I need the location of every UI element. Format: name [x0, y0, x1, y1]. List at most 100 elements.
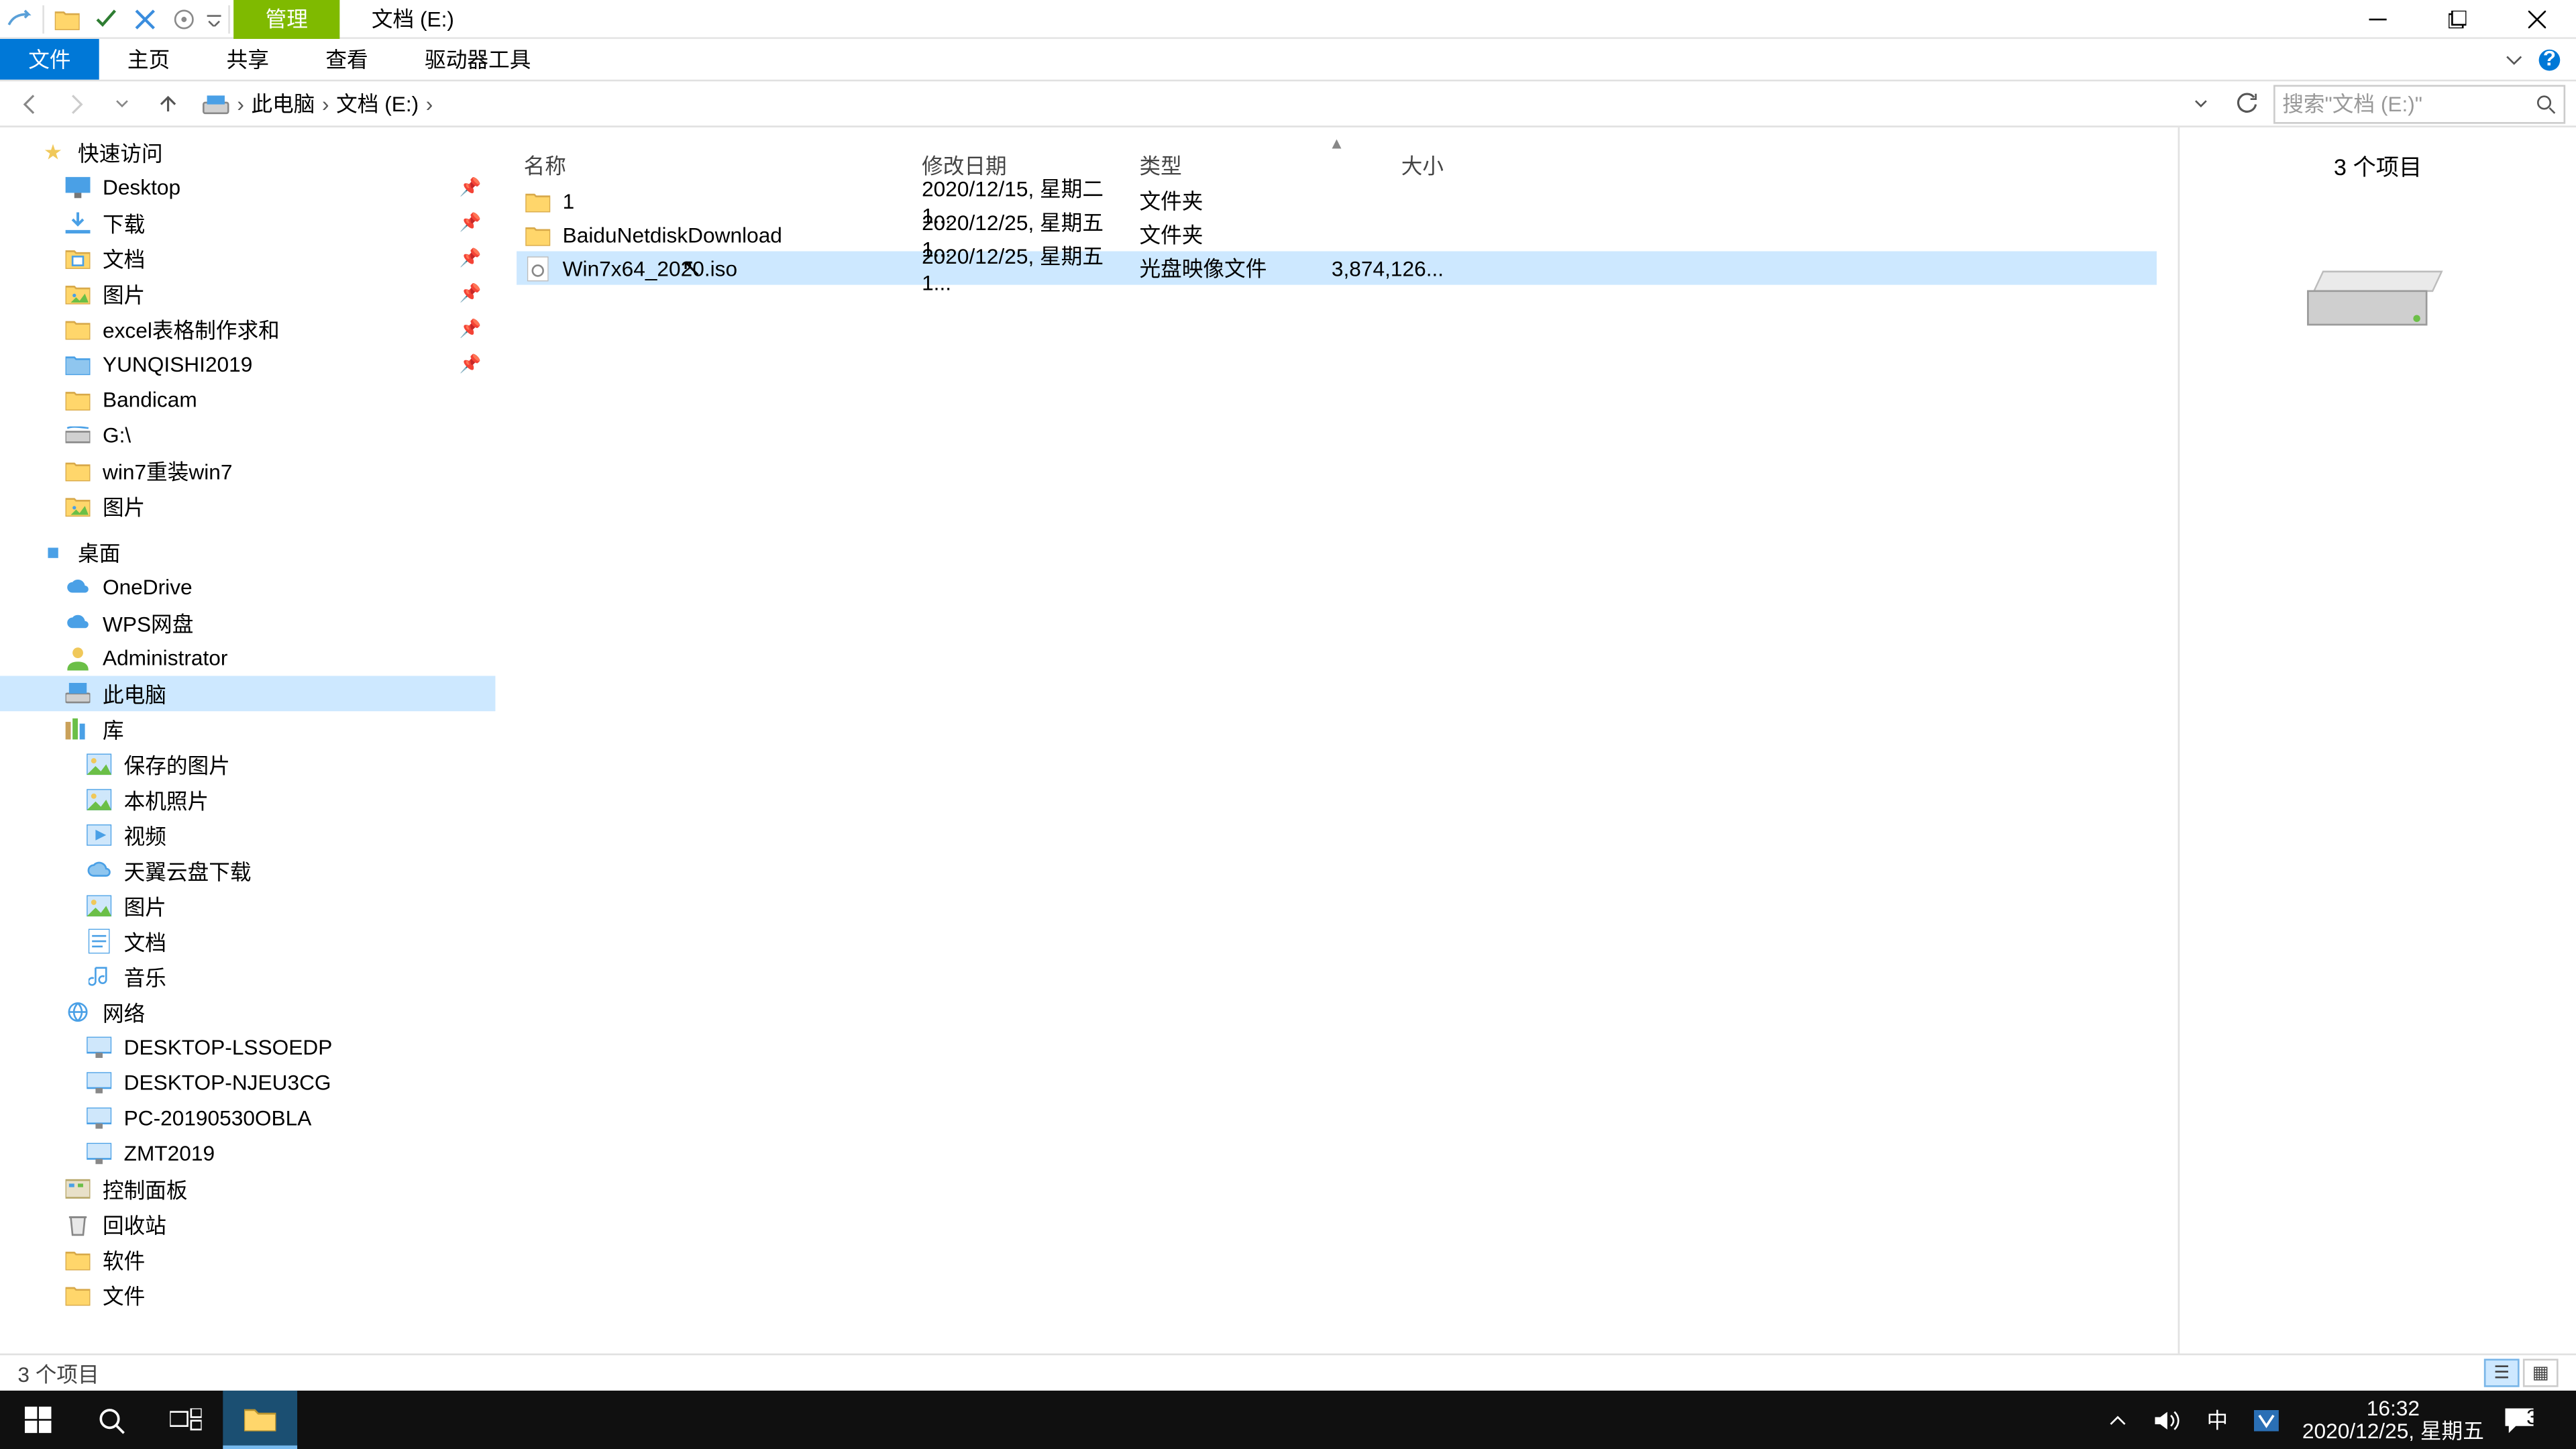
column-header-name[interactable]: 名称: [517, 150, 914, 180]
taskbar-clock[interactable]: 16:32 2020/12/25, 星期五: [2302, 1397, 2484, 1443]
clock-time: 16:32: [2367, 1397, 2420, 1419]
tree-files-folder[interactable]: 文件: [0, 1277, 495, 1313]
qat-close-blue-icon[interactable]: [125, 0, 164, 38]
ribbon-tab-home[interactable]: 主页: [99, 39, 199, 80]
tree-qa-item[interactable]: YUNQISHI2019📌: [0, 347, 495, 382]
ribbon-right: ?: [2491, 39, 2576, 80]
close-button[interactable]: [2496, 0, 2576, 37]
tree-qa-item[interactable]: G:\: [0, 417, 495, 453]
tree-qa-item[interactable]: win7重装win7: [0, 453, 495, 488]
tree-network-computer[interactable]: ZMT2019: [0, 1136, 495, 1171]
qat-check-icon[interactable]: [87, 0, 125, 38]
view-details-button[interactable]: ☰: [2484, 1358, 2520, 1387]
tree-quick-access[interactable]: ★ 快速访问: [0, 134, 495, 170]
file-row[interactable]: Win7x64_2020.iso2020/12/25, 星期五 1...光盘映像…: [517, 252, 2157, 285]
ime-indicator[interactable]: 中: [2203, 1405, 2231, 1435]
task-view-button[interactable]: [149, 1391, 223, 1449]
ribbon-tab-drive-tools[interactable]: 驱动器工具: [396, 39, 559, 80]
tree-item-label: DESKTOP-NJEU3CG: [124, 1071, 331, 1095]
ribbon-tab-share[interactable]: 共享: [198, 39, 297, 80]
back-button[interactable]: [11, 84, 50, 123]
view-large-icons-button[interactable]: ▦: [2523, 1358, 2559, 1387]
tree-network[interactable]: 网络: [0, 994, 495, 1030]
qat-folder-icon[interactable]: [48, 0, 87, 38]
tree-library-item[interactable]: 音乐: [0, 959, 495, 994]
qat-customize-dropdown[interactable]: [203, 11, 225, 25]
tree-qa-item[interactable]: 下载📌: [0, 205, 495, 241]
minimize-button[interactable]: [2337, 0, 2417, 37]
file-type: 文件夹: [1132, 186, 1309, 216]
window-title-text: 文档 (E:): [372, 3, 454, 34]
doc-folder-icon: [64, 244, 92, 272]
contextual-manage-tab[interactable]: 管理: [233, 0, 339, 38]
ribbon-tab-file[interactable]: 文件: [0, 39, 99, 80]
file-name: Win7x64_2020.iso: [563, 256, 737, 280]
tree-qa-item[interactable]: 图片: [0, 488, 495, 524]
column-header-type[interactable]: 类型: [1132, 150, 1309, 180]
tree-library-item[interactable]: 保存的图片: [0, 747, 495, 782]
file-list[interactable]: ▲ 名称 修改日期 类型 大小 12020/12/15, 星期二 1...文件夹…: [495, 127, 2178, 1354]
tree-desktop-item[interactable]: 库: [0, 711, 495, 747]
tree-desktop-item[interactable]: WPS网盘: [0, 605, 495, 641]
tree-network-computer[interactable]: DESKTOP-LSSOEDP: [0, 1030, 495, 1065]
tree-qa-item[interactable]: excel表格制作求和📌: [0, 311, 495, 347]
tree-control-panel[interactable]: 控制面板: [0, 1171, 495, 1207]
taskbar-search-button[interactable]: [74, 1391, 149, 1449]
tree-library-item[interactable]: 图片: [0, 888, 495, 924]
forward-button[interactable]: [56, 84, 95, 123]
window-title: 文档 (E:): [339, 0, 486, 38]
action-center-icon[interactable]: 3: [2506, 1407, 2534, 1432]
maximize-button[interactable]: [2417, 0, 2497, 37]
tree-qa-item[interactable]: 文档📌: [0, 241, 495, 276]
tree-network-computer[interactable]: DESKTOP-NJEU3CG: [0, 1065, 495, 1101]
tree-item-label: Desktop: [103, 175, 180, 200]
tree-item-label: Administrator: [103, 646, 227, 671]
breadcrumb-current[interactable]: 文档 (E:): [333, 89, 423, 119]
tree-qa-item[interactable]: Bandicam: [0, 382, 495, 418]
tree-qa-item[interactable]: 图片📌: [0, 276, 495, 311]
tree-desktop-root[interactable]: ■ 桌面: [0, 534, 495, 570]
search-input[interactable]: 搜索"文档 (E:)": [2273, 84, 2565, 123]
tree-desktop-item[interactable]: Administrator: [0, 641, 495, 676]
tree-qa-item[interactable]: Desktop📌: [0, 170, 495, 205]
taskbar: 中 16:32 2020/12/25, 星期五 3: [0, 1391, 2576, 1449]
pin-icon: 📌: [460, 355, 482, 374]
navigation-tree[interactable]: ★ 快速访问 Desktop📌下载📌文档📌图片📌excel表格制作求和📌YUNQ…: [0, 127, 495, 1354]
taskbar-file-explorer[interactable]: [223, 1391, 297, 1449]
recent-dropdown[interactable]: [103, 84, 142, 123]
tree-item-label: 保存的图片: [124, 749, 230, 780]
up-button[interactable]: [149, 84, 188, 123]
tree-item-label: excel表格制作求和: [103, 314, 280, 344]
breadcrumb-root-icon[interactable]: [198, 91, 233, 116]
file-row[interactable]: 12020/12/15, 星期二 1...文件夹: [517, 184, 2157, 217]
tree-recycle-bin[interactable]: 回收站: [0, 1207, 495, 1242]
ribbon-expand-icon[interactable]: [2506, 50, 2523, 68]
tree-library-item[interactable]: 天翼云盘下载: [0, 853, 495, 888]
tree-software-folder[interactable]: 软件: [0, 1242, 495, 1277]
tree-desktop-label: 桌面: [78, 537, 120, 567]
separator: [42, 5, 44, 33]
ribbon-tab-view[interactable]: 查看: [297, 39, 396, 80]
breadcrumb-this-pc[interactable]: 此电脑: [248, 89, 319, 119]
folder-icon: [524, 220, 552, 248]
folder-icon: [64, 1281, 92, 1309]
tree-network-computer[interactable]: PC-20190530OBLA: [0, 1100, 495, 1136]
refresh-button[interactable]: [2227, 91, 2266, 116]
tray-overflow-icon[interactable]: [2104, 1411, 2133, 1428]
breadcrumb-history-dropdown[interactable]: [2185, 97, 2216, 111]
help-icon[interactable]: ?: [2537, 47, 2562, 72]
tree-library-item[interactable]: 视频: [0, 817, 495, 853]
volume-icon[interactable]: [2153, 1409, 2182, 1431]
start-button[interactable]: [0, 1391, 74, 1449]
pic-lib-icon: [85, 786, 113, 814]
tree-library-item[interactable]: 文档: [0, 924, 495, 959]
file-row[interactable]: BaiduNetdiskDownload2020/12/25, 星期五 1...…: [517, 217, 2157, 251]
breadcrumb[interactable]: 此电脑 文档 (E:): [195, 84, 2220, 123]
tree-desktop-item[interactable]: OneDrive: [0, 570, 495, 605]
app-icon[interactable]: [0, 0, 39, 38]
column-header-size[interactable]: 大小: [1309, 150, 1451, 180]
tray-app-icon[interactable]: [2253, 1409, 2281, 1431]
tree-desktop-item[interactable]: 此电脑: [0, 676, 495, 711]
qat-gear-icon[interactable]: [164, 0, 203, 38]
tree-library-item[interactable]: 本机照片: [0, 782, 495, 818]
